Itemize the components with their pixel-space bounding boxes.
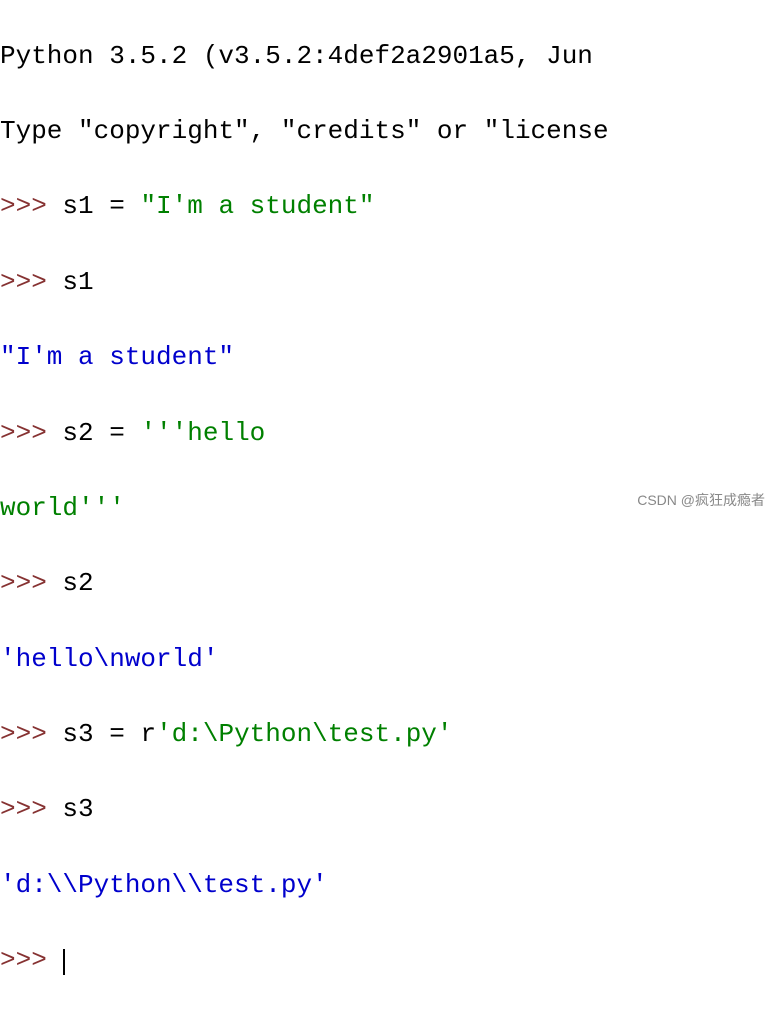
input-line-6: >>> s3: [0, 791, 775, 829]
repl-prompt: >>>: [0, 568, 62, 598]
text-cursor: [63, 949, 65, 975]
input-line-1: >>> s1 = "I'm a student": [0, 188, 775, 226]
input-line-3: >>> s2 = '''hello: [0, 415, 775, 453]
repl-prompt: >>>: [0, 267, 62, 297]
watermark-text: CSDN @疯狂成瘾者: [637, 490, 765, 510]
repl-prompt: >>>: [0, 945, 62, 975]
repl-prompt: >>>: [0, 191, 62, 221]
python-version-text: Python 3.5.2 (v3.5.2:4def2a2901a5, Jun: [0, 41, 609, 71]
header-line-1: Python 3.5.2 (v3.5.2:4def2a2901a5, Jun: [0, 38, 775, 76]
output-line-3: 'd:\\Python\\test.py': [0, 867, 775, 905]
input-line-2: >>> s1: [0, 264, 775, 302]
input-line-5: >>> s3 = r'd:\Python\test.py': [0, 716, 775, 754]
repl-prompt: >>>: [0, 418, 62, 448]
repl-prompt: >>>: [0, 719, 62, 749]
repl-prompt: >>>: [0, 794, 62, 824]
input-line-4: >>> s2: [0, 565, 775, 603]
output-line-2: 'hello\nworld': [0, 641, 775, 679]
input-line-7[interactable]: >>>: [0, 942, 775, 980]
output-line-1: "I'm a student": [0, 339, 775, 377]
header-line-2: Type "copyright", "credits" or "license: [0, 113, 775, 151]
